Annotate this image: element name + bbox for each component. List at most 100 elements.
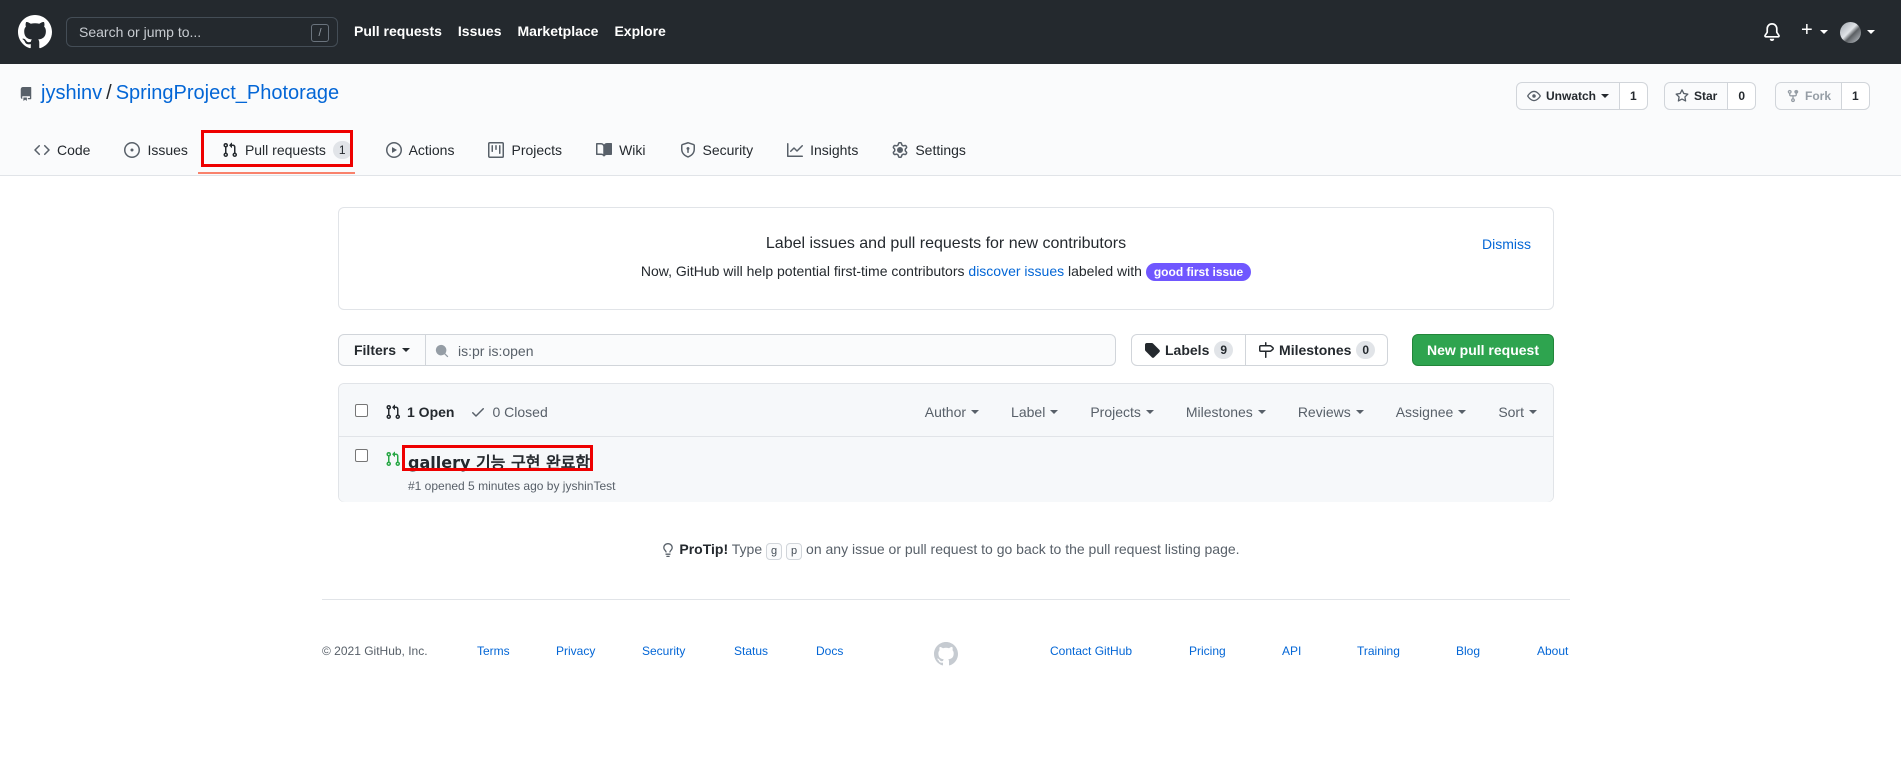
tab-actions[interactable]: Actions	[385, 138, 471, 162]
labels-counter: 9	[1214, 341, 1234, 359]
filters-bar: Filters is:pr is:open	[338, 334, 1116, 366]
highlight-box-pull-request-title	[402, 445, 593, 471]
milestones-button[interactable]: Milestones 0	[1246, 334, 1389, 366]
footer-link-api[interactable]: API	[1282, 644, 1301, 658]
protip-before: Type	[731, 541, 763, 557]
label-filter[interactable]: Label	[1011, 404, 1059, 420]
nav-pull-requests[interactable]: Pull requests	[354, 23, 442, 39]
tab-insights[interactable]: Insights	[787, 138, 874, 162]
protip-label: ProTip!	[679, 541, 729, 557]
projects-filter-label: Projects	[1090, 404, 1141, 420]
shield-icon	[680, 142, 695, 158]
footer-link-pricing[interactable]: Pricing	[1189, 644, 1226, 658]
banner-text-after: labeled with	[1068, 263, 1142, 279]
tab-wiki[interactable]: Wiki	[596, 138, 661, 162]
search-icon	[435, 344, 449, 358]
github-logo-icon[interactable]	[18, 15, 52, 49]
dismiss-button[interactable]: Dismiss	[1482, 236, 1531, 252]
tab-projects[interactable]: Projects	[488, 138, 578, 162]
fork-button[interactable]: Fork	[1775, 82, 1843, 110]
tab-settings[interactable]: Settings	[892, 138, 982, 162]
author-filter[interactable]: Author	[924, 404, 980, 420]
discover-issues-link[interactable]: discover issues	[968, 263, 1064, 279]
banner-text-before: Now, GitHub will help potential first-ti…	[640, 263, 965, 279]
author-filter-label: Author	[924, 404, 967, 420]
global-nav: Pull requests Issues Marketplace Explore	[354, 23, 666, 39]
select-all-checkbox[interactable]	[355, 404, 368, 417]
fork-count[interactable]: 1	[1842, 82, 1870, 110]
tab-issues[interactable]: Issues	[124, 138, 203, 162]
caret-down-icon	[1050, 410, 1059, 414]
nav-issues[interactable]: Issues	[458, 23, 502, 39]
tab-settings-label: Settings	[915, 142, 966, 158]
footer-link-contact[interactable]: Contact GitHub	[1050, 644, 1132, 658]
labels-button[interactable]: Labels 9	[1131, 334, 1247, 366]
protip: ProTip! Type g p on any issue or pull re…	[0, 541, 1901, 560]
sort-filters: Author Label Projects Milestones Reviews…	[925, 404, 1537, 420]
footer-link-blog[interactable]: Blog	[1456, 644, 1480, 658]
caret-down-icon	[1355, 410, 1364, 414]
tab-code[interactable]: Code	[34, 138, 106, 162]
footer-link-training[interactable]: Training	[1357, 644, 1400, 658]
star-label: Star	[1694, 89, 1718, 103]
open-filter[interactable]: 1 Open	[385, 404, 454, 420]
footer-link-status[interactable]: Status	[734, 644, 768, 658]
footer-link-security[interactable]: Security	[642, 644, 685, 658]
code-icon	[34, 144, 50, 156]
github-mark-icon[interactable]	[934, 642, 958, 666]
user-menu-caret-icon[interactable]	[1867, 30, 1875, 34]
banner-text: Now, GitHub will help potential first-ti…	[339, 263, 1553, 281]
good-first-issue-label[interactable]: good first issue	[1145, 263, 1252, 281]
nav-marketplace[interactable]: Marketplace	[518, 23, 599, 39]
unwatch-button[interactable]: Unwatch	[1516, 82, 1621, 110]
footer-link-privacy[interactable]: Privacy	[556, 644, 595, 658]
milestones-filter[interactable]: Milestones	[1186, 404, 1266, 420]
eye-icon	[1527, 90, 1541, 102]
git-pull-request-icon	[386, 404, 401, 420]
create-new-caret-icon[interactable]	[1820, 30, 1828, 34]
pull-request-list: 1 Open 0 Closed Author Label Projects Mi…	[338, 383, 1554, 502]
repo-owner-link[interactable]: jyshinv	[41, 82, 102, 104]
new-pull-request-button[interactable]: New pull request	[1412, 334, 1554, 366]
assignee-filter[interactable]: Assignee	[1396, 404, 1467, 420]
reviews-filter[interactable]: Reviews	[1298, 404, 1364, 420]
pull-request-meta: #1 opened 5 minutes ago by jyshinTest	[408, 479, 616, 493]
star-button[interactable]: Star	[1664, 82, 1729, 110]
tab-code-label: Code	[57, 142, 91, 158]
filters-caret-icon	[402, 348, 410, 352]
tab-security[interactable]: Security	[680, 138, 770, 162]
sort-filter[interactable]: Sort	[1498, 404, 1537, 420]
labels-label: Labels	[1165, 342, 1210, 358]
watch-count[interactable]: 1	[1620, 82, 1648, 110]
footer-link-docs[interactable]: Docs	[816, 644, 843, 658]
projects-filter[interactable]: Projects	[1090, 404, 1154, 420]
closed-filter[interactable]: 0 Closed	[470, 404, 548, 420]
filters-label: Filters	[353, 342, 396, 358]
protip-key-g: g	[766, 543, 783, 560]
footer-link-terms[interactable]: Terms	[477, 644, 510, 658]
row-checkbox[interactable]	[355, 449, 368, 462]
repo-name-link[interactable]: SpringProject_Photorage	[116, 82, 339, 104]
fork-label: Fork	[1805, 89, 1832, 103]
filter-search-input[interactable]: is:pr is:open	[426, 334, 1116, 366]
search-shortcut-key: /	[311, 24, 329, 42]
filter-query: is:pr is:open	[458, 343, 534, 359]
star-count[interactable]: 0	[1728, 82, 1757, 110]
milestones-label: Milestones	[1279, 342, 1352, 358]
labels-milestones-group: Labels 9 Milestones 0	[1131, 334, 1389, 366]
project-icon	[488, 142, 505, 158]
nav-explore[interactable]: Explore	[614, 23, 665, 39]
filters-button[interactable]: Filters	[338, 334, 426, 366]
book-icon	[596, 142, 613, 157]
search-input[interactable]: Search or jump to... /	[66, 17, 338, 47]
notifications-bell-icon[interactable]	[1763, 23, 1781, 41]
label-filter-label: Label	[1011, 404, 1046, 420]
footer-link-about[interactable]: About	[1537, 644, 1568, 658]
caret-down-icon	[971, 410, 980, 414]
unwatch-caret-icon	[1601, 94, 1610, 98]
repo-tabs: Code Issues Pull requests 1 Actions Proj…	[34, 138, 1000, 162]
footer-copyright: © 2021 GitHub, Inc.	[322, 644, 428, 658]
user-avatar[interactable]	[1840, 22, 1861, 43]
assignee-filter-label: Assignee	[1395, 404, 1454, 420]
create-new-plus-icon[interactable]: +	[1801, 20, 1813, 40]
